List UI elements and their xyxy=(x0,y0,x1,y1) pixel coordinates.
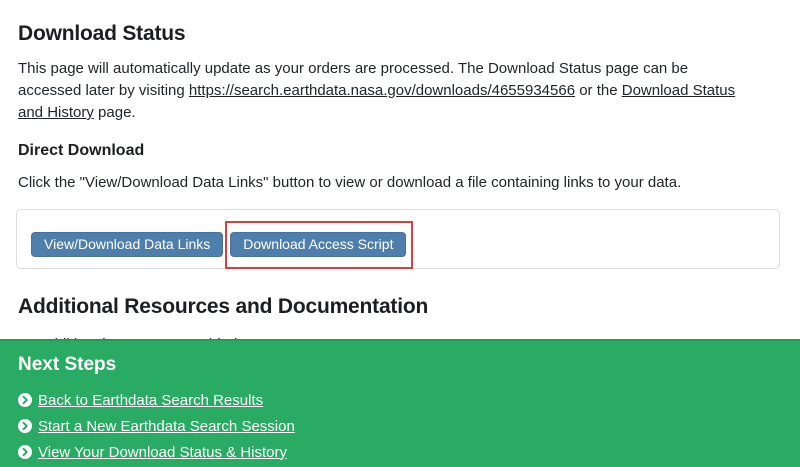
direct-download-description: Click the "View/Download Data Links" but… xyxy=(18,173,784,193)
download-url-link[interactable]: https://search.earthdata.nasa.gov/downlo… xyxy=(189,82,575,99)
download-access-script-button[interactable]: Download Access Script xyxy=(230,232,406,257)
back-to-results-link[interactable]: Back to Earthdata Search Results xyxy=(16,387,263,413)
direct-download-panel: View/Download Data Links Download Access … xyxy=(16,209,780,269)
additional-resources-heading: Additional Resources and Documentation xyxy=(18,295,784,319)
download-status-page: Download Status This page will automatic… xyxy=(0,0,800,353)
step-link-label: Start a New Earthdata Search Session xyxy=(38,418,295,435)
view-download-status-history-link[interactable]: View Your Download Status & History xyxy=(16,439,287,465)
next-steps-heading: Next Steps xyxy=(18,354,784,376)
step-link-label: Back to Earthdata Search Results xyxy=(38,392,263,409)
intro-text-2: or the xyxy=(579,82,617,99)
step-link-label: View Your Download Status & History xyxy=(38,444,287,461)
direct-download-heading: Direct Download xyxy=(18,142,784,160)
intro-text-3: page. xyxy=(98,104,136,121)
page-title: Download Status xyxy=(18,22,784,46)
intro-paragraph: This page will automatically update as y… xyxy=(18,58,748,124)
chevron-circle-right-icon xyxy=(18,393,32,407)
next-steps-section: Next Steps Back to Earthdata Search Resu… xyxy=(0,339,800,467)
new-search-session-link[interactable]: Start a New Earthdata Search Session xyxy=(16,413,295,439)
annotated-button-wrap: Download Access Script xyxy=(230,232,406,257)
chevron-circle-right-icon xyxy=(18,419,32,433)
view-download-data-links-button[interactable]: View/Download Data Links xyxy=(31,232,223,257)
chevron-circle-right-icon xyxy=(18,445,32,459)
